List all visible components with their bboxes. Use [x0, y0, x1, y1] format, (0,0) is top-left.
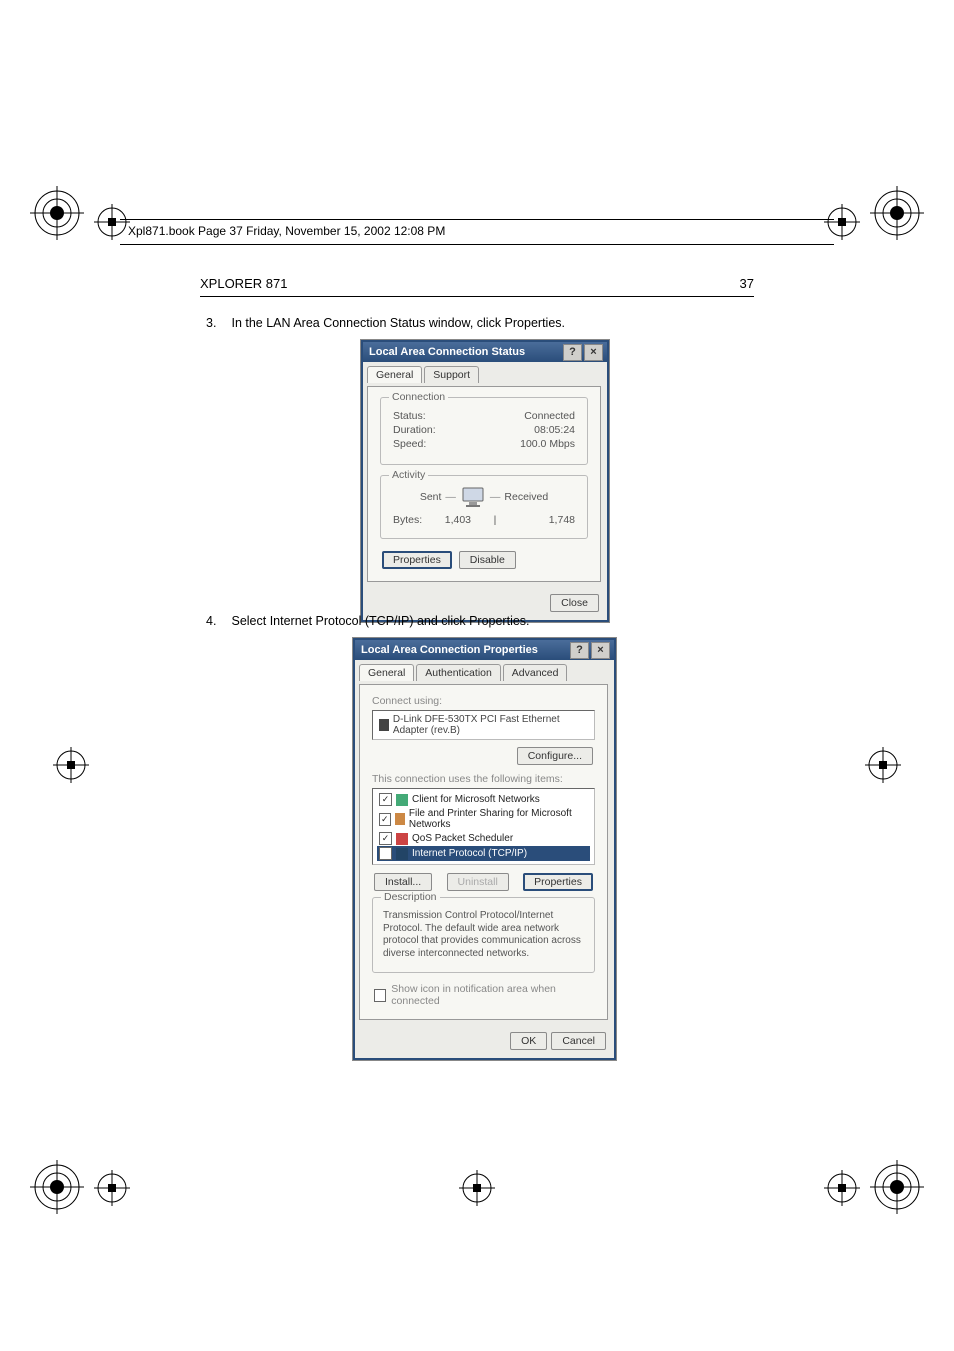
status-label: Status:: [393, 410, 426, 422]
dialog-title: Local Area Connection Status: [369, 346, 525, 358]
show-icon-label: Show icon in notification area when conn…: [391, 983, 593, 1007]
install-button[interactable]: Install...: [374, 873, 432, 891]
frame-header-text: Xpl871.book Page 37 Friday, November 15,…: [128, 224, 445, 238]
dialog-titlebar[interactable]: Local Area Connection Properties ? ×: [355, 640, 614, 660]
crosshair-icon: [824, 204, 860, 240]
duration-value: 08:05:24: [534, 424, 575, 436]
bytes-received: 1,748: [504, 514, 575, 526]
group-activity: Activity: [389, 469, 428, 481]
help-button[interactable]: ?: [563, 344, 582, 361]
crosshair-icon: [459, 1170, 495, 1206]
step-body: In the LAN Area Connection Status window…: [231, 316, 565, 330]
received-label: Received: [504, 491, 548, 503]
nic-icon: [379, 719, 389, 731]
checkbox-icon[interactable]: ✓: [379, 813, 391, 826]
tab-general[interactable]: General: [367, 366, 422, 383]
adapter-name: D-Link DFE-530TX PCI Fast Ethernet Adapt…: [393, 714, 588, 736]
protocol-icon: [396, 848, 408, 860]
bytes-sent: 1,403: [422, 514, 493, 526]
speed-label: Speed:: [393, 438, 426, 450]
tab-authentication[interactable]: Authentication: [416, 664, 501, 681]
description-label: Description: [381, 891, 440, 903]
sent-label: Sent: [420, 491, 442, 503]
show-icon-checkbox[interactable]: [374, 989, 386, 1002]
duration-label: Duration:: [393, 424, 436, 436]
properties-button[interactable]: Properties: [523, 873, 593, 891]
checkbox-icon[interactable]: ✓: [379, 847, 392, 860]
components-list[interactable]: ✓ Client for Microsoft Networks ✓ File a…: [372, 788, 595, 865]
activity-monitor-icon: [460, 486, 486, 508]
crosshair-icon: [94, 1170, 130, 1206]
tab-advanced[interactable]: Advanced: [503, 664, 568, 681]
cancel-button[interactable]: Cancel: [551, 1032, 606, 1050]
checkbox-icon[interactable]: ✓: [379, 793, 392, 806]
client-icon: [396, 794, 408, 806]
dash: —: [445, 491, 456, 503]
tab-support[interactable]: Support: [424, 366, 479, 383]
list-item[interactable]: ✓ File and Printer Sharing for Microsoft…: [377, 807, 590, 831]
list-item[interactable]: ✓ QoS Packet Scheduler: [377, 831, 590, 846]
uses-items-label: This connection uses the following items…: [372, 773, 595, 785]
frame-top-rule: [120, 219, 834, 220]
close-button[interactable]: ×: [591, 642, 610, 659]
page-header-rule: [200, 296, 754, 297]
service-icon: [395, 813, 405, 825]
registration-target-icon: [870, 1160, 924, 1214]
ok-button[interactable]: OK: [510, 1032, 547, 1050]
page-number: 37: [740, 276, 754, 291]
group-connection: Connection: [389, 391, 448, 403]
step-4: 4. Select Internet Protocol (TCP/IP) and…: [206, 614, 530, 628]
close-button[interactable]: ×: [584, 344, 603, 361]
uninstall-button[interactable]: Uninstall: [447, 873, 509, 891]
connect-using-label: Connect using:: [372, 695, 595, 707]
disable-button[interactable]: Disable: [459, 551, 516, 569]
crosshair-icon: [824, 1170, 860, 1206]
dialog-titlebar[interactable]: Local Area Connection Status ? ×: [363, 342, 607, 362]
frame-bottom-rule: [120, 244, 834, 245]
status-value: Connected: [524, 410, 575, 422]
registration-target-icon: [870, 186, 924, 240]
step-number: 4.: [206, 614, 228, 628]
list-item-label: Internet Protocol (TCP/IP): [412, 848, 527, 859]
step-number: 3.: [206, 316, 228, 330]
crosshair-icon: [94, 204, 130, 240]
crosshair-icon: [53, 747, 89, 783]
close-dialog-button[interactable]: Close: [550, 594, 599, 612]
dash: —: [490, 491, 501, 503]
service-icon: [396, 833, 408, 845]
registration-target-icon: [30, 1160, 84, 1214]
adapter-field: D-Link DFE-530TX PCI Fast Ethernet Adapt…: [372, 710, 595, 740]
description-text: Transmission Control Protocol/Internet P…: [383, 910, 584, 960]
list-item-label: File and Printer Sharing for Microsoft N…: [409, 808, 588, 830]
registration-target-icon: [30, 186, 84, 240]
page-title: XPLORER 871: [200, 276, 287, 291]
step-3: 3. In the LAN Area Connection Status win…: [206, 316, 565, 330]
configure-button[interactable]: Configure...: [517, 747, 593, 765]
step-body: Select Internet Protocol (TCP/IP) and cl…: [231, 614, 529, 628]
crosshair-icon: [865, 747, 901, 783]
checkbox-icon[interactable]: ✓: [379, 832, 392, 845]
list-item-label: Client for Microsoft Networks: [412, 794, 540, 805]
list-item[interactable]: ✓ Client for Microsoft Networks: [377, 792, 590, 807]
tab-general[interactable]: General: [359, 664, 414, 681]
help-button[interactable]: ?: [570, 642, 589, 659]
bytes-label: Bytes:: [393, 514, 422, 526]
list-item-selected[interactable]: ✓ Internet Protocol (TCP/IP): [377, 846, 590, 861]
speed-value: 100.0 Mbps: [520, 438, 575, 450]
properties-button[interactable]: Properties: [382, 551, 452, 569]
dialog-title: Local Area Connection Properties: [361, 644, 538, 656]
list-item-label: QoS Packet Scheduler: [412, 833, 513, 844]
